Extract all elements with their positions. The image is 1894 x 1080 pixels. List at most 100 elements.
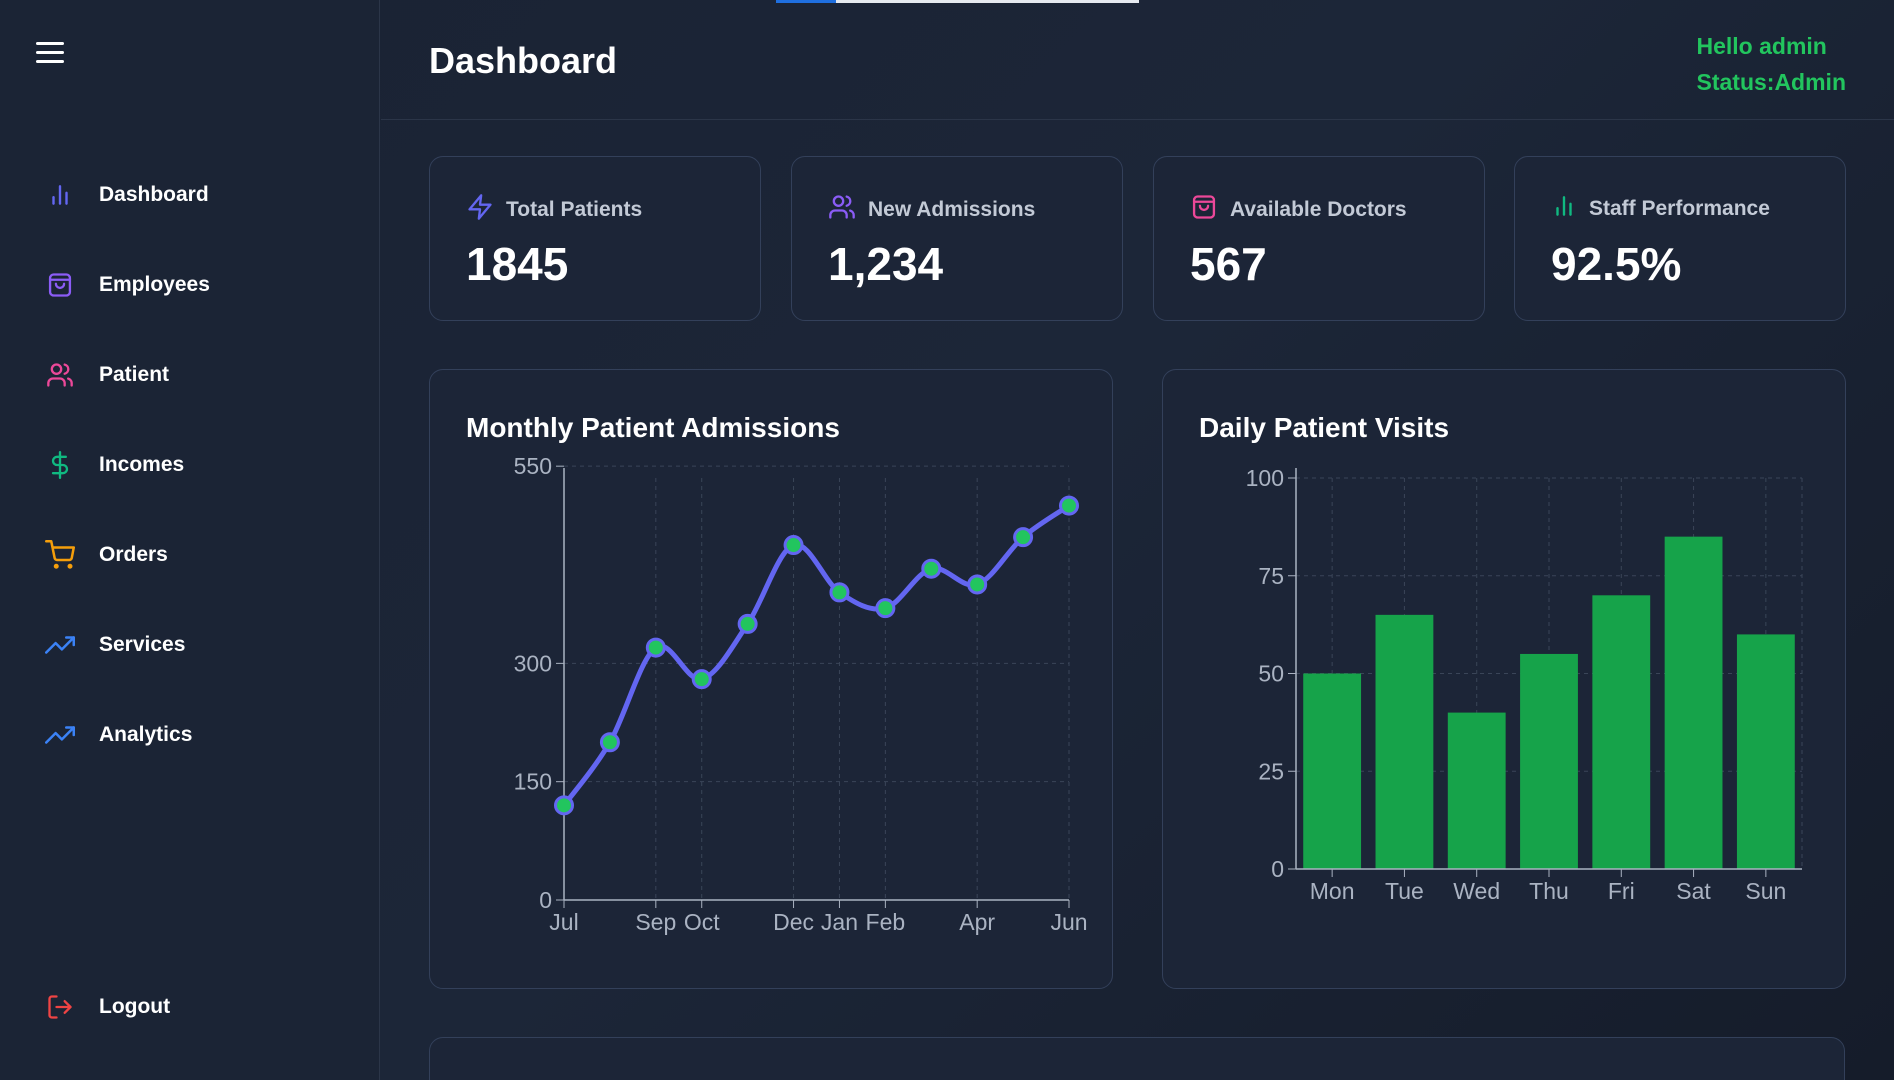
daily-visits-card: Daily Patient Visits 0 25 50 75 100 Mon Tue Wed… bbox=[1162, 369, 1846, 989]
data-point bbox=[691, 669, 712, 690]
sidebar: Dashboard Employees Patient Incomes Orde… bbox=[0, 0, 380, 1080]
stat-card-available-doctors: Available Doctors 567 bbox=[1153, 156, 1485, 321]
sidebar-item-label: Patient bbox=[99, 363, 170, 386]
shopping-bag-icon bbox=[1190, 193, 1218, 226]
data-point bbox=[737, 613, 758, 634]
sidebar-item-label: Incomes bbox=[99, 453, 185, 476]
data-point bbox=[967, 574, 988, 595]
dollar-icon bbox=[45, 450, 75, 480]
stat-label: Total Patients bbox=[506, 197, 643, 221]
data-point bbox=[875, 598, 896, 619]
x-tick-label: Thu bbox=[1529, 878, 1569, 904]
page-title: Dashboard bbox=[429, 40, 618, 81]
x-tick-label: Oct bbox=[684, 909, 720, 935]
data-point bbox=[829, 582, 850, 603]
users-icon bbox=[45, 360, 75, 390]
logout-icon bbox=[45, 992, 75, 1022]
x-tick-label: Sep bbox=[635, 909, 676, 935]
top-header: Dashboard Hello admin Status:Admin bbox=[381, 0, 1894, 120]
users-icon bbox=[828, 193, 856, 226]
monthly-admissions-chart: 0150300550Jul Sep Oct Dec Jan Feb Apr Jun bbox=[514, 453, 1088, 935]
x-tick-label: Tue bbox=[1385, 878, 1424, 904]
lightning-icon bbox=[466, 193, 494, 226]
x-tick-label: Wed bbox=[1453, 878, 1500, 904]
data-point bbox=[921, 558, 942, 579]
stat-value: 567 bbox=[1190, 238, 1267, 290]
x-tick-label: Jul bbox=[549, 909, 578, 935]
sidebar-item-incomes[interactable]: Incomes bbox=[0, 420, 380, 510]
x-tick-label: Jan bbox=[821, 909, 858, 935]
loading-progress-bar bbox=[776, 0, 1139, 3]
sidebar-item-label: Services bbox=[99, 633, 186, 656]
x-tick-label: Sun bbox=[1745, 878, 1786, 904]
sidebar-item-services[interactable]: Services bbox=[0, 600, 380, 690]
x-tick-label: Dec bbox=[773, 909, 814, 935]
shopping-cart-icon bbox=[45, 540, 75, 570]
trending-up-icon bbox=[45, 630, 75, 660]
user-status: Status:Admin bbox=[1696, 69, 1847, 95]
sidebar-item-label: Analytics bbox=[99, 723, 193, 746]
sidebar-item-label: Employees bbox=[99, 273, 210, 296]
bar bbox=[1303, 673, 1362, 869]
trending-up-icon bbox=[45, 720, 75, 750]
logout-label: Logout bbox=[99, 995, 171, 1018]
y-tick-label: 25 bbox=[1258, 758, 1284, 784]
monthly-admissions-card: Monthly Patient Admissions 0 150 300 550 Jul… bbox=[429, 369, 1113, 989]
bar bbox=[1520, 653, 1578, 869]
stat-card-staff-performance: Staff Performance 92.5% bbox=[1514, 156, 1846, 321]
sidebar-item-employees[interactable]: Employees bbox=[0, 240, 380, 330]
stat-label: Staff Performance bbox=[1589, 196, 1770, 220]
stat-value: 1,234 bbox=[828, 238, 944, 290]
data-point bbox=[783, 535, 804, 556]
x-tick-label: Apr bbox=[959, 909, 995, 935]
x-tick-label: Feb bbox=[866, 909, 906, 935]
data-point bbox=[1059, 495, 1079, 516]
bar bbox=[1375, 614, 1434, 869]
sidebar-item-orders[interactable]: Orders bbox=[0, 510, 380, 600]
bar bbox=[1592, 595, 1651, 869]
y-tick-label: 50 bbox=[1258, 661, 1284, 687]
data-point bbox=[599, 732, 620, 753]
shopping-bag-icon bbox=[45, 270, 75, 300]
y-tick-label: 75 bbox=[1258, 563, 1284, 589]
stat-value: 1845 bbox=[466, 238, 569, 290]
hamburger-menu-icon[interactable] bbox=[36, 40, 66, 70]
sidebar-item-dashboard[interactable]: Dashboard bbox=[0, 150, 380, 240]
bar-chart-icon bbox=[1551, 193, 1577, 224]
logout-container: Logout bbox=[0, 962, 380, 1052]
y-tick-label: 550 bbox=[514, 453, 552, 479]
stat-value: 92.5% bbox=[1551, 238, 1682, 290]
y-tick-label: 0 bbox=[1271, 856, 1284, 882]
user-greeting: Hello admin Status:Admin bbox=[1697, 28, 1847, 100]
stat-header: Total Patients bbox=[466, 193, 642, 226]
data-point bbox=[645, 637, 666, 658]
stat-label: New Admissions bbox=[868, 197, 1036, 221]
sidebar-item-patient[interactable]: Patient bbox=[0, 330, 380, 420]
data-point bbox=[1013, 527, 1034, 548]
sidebar-item-label: Dashboard bbox=[99, 183, 209, 206]
app-root: Dashboard Employees Patient Incomes Orde… bbox=[0, 0, 1894, 1080]
stat-header: Available Doctors bbox=[1190, 193, 1407, 226]
stat-card-total-patients: Total Patients 1845 bbox=[429, 156, 761, 321]
greeting-text: Hello admin bbox=[1696, 33, 1827, 59]
series-line bbox=[561, 503, 1071, 807]
sidebar-item-label: Orders bbox=[99, 543, 168, 566]
stat-header: Staff Performance bbox=[1551, 193, 1770, 224]
x-tick-label: Jun bbox=[1050, 909, 1087, 935]
loading-progress-fill bbox=[776, 0, 836, 3]
stat-label: Available Doctors bbox=[1230, 197, 1407, 221]
y-tick-label: 150 bbox=[514, 769, 552, 795]
sidebar-item-analytics[interactable]: Analytics bbox=[0, 690, 380, 780]
data-point bbox=[554, 795, 574, 816]
bar bbox=[1664, 536, 1723, 869]
bar bbox=[1447, 712, 1506, 869]
logout-button[interactable]: Logout bbox=[0, 962, 380, 1052]
stat-card-new-admissions: New Admissions 1,234 bbox=[791, 156, 1123, 321]
sidebar-nav: Dashboard Employees Patient Incomes Orde… bbox=[0, 150, 380, 780]
bar-chart-icon bbox=[45, 180, 75, 210]
bar bbox=[1736, 634, 1795, 869]
bottom-card bbox=[429, 1037, 1845, 1080]
x-tick-label: Fri bbox=[1608, 878, 1635, 904]
x-tick-label: Mon bbox=[1310, 878, 1355, 904]
x-tick-label: Sat bbox=[1676, 878, 1711, 904]
